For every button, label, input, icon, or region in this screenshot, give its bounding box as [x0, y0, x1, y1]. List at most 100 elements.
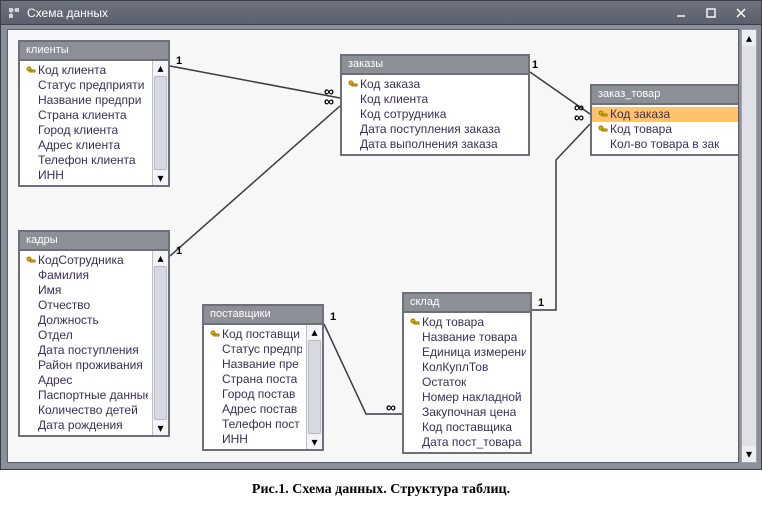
field-row[interactable]: Адрес клиента: [20, 138, 152, 153]
field-row[interactable]: КодСотрудника: [20, 253, 152, 268]
field-row[interactable]: Единица измерения: [404, 345, 530, 360]
scroll-up-icon[interactable]: ▴: [153, 61, 168, 75]
entity-scrollbar[interactable]: ▴ ▾: [306, 325, 322, 449]
field-row[interactable]: Отдел: [20, 328, 152, 343]
entity-order-item[interactable]: заказ_товар Код заказа Код товара Кол-во…: [590, 84, 739, 156]
field-label: Район проживания: [38, 358, 143, 373]
field-label: Имя: [38, 283, 61, 298]
field-row[interactable]: Город постав: [204, 387, 306, 402]
field-label: КодСотрудника: [38, 253, 124, 268]
field-label: Кол-во товара в зак: [610, 137, 719, 152]
scroll-up-icon[interactable]: ▴: [742, 30, 756, 46]
field-label: Единица измерения: [422, 345, 526, 360]
field-row[interactable]: Должность: [20, 313, 152, 328]
field-row[interactable]: Код поставщи: [204, 327, 306, 342]
field-row[interactable]: Статус предпр: [204, 342, 306, 357]
field-row[interactable]: Страна клиента: [20, 108, 152, 123]
field-label: Телефон клиента: [38, 153, 136, 168]
field-row[interactable]: Телефон пост: [204, 417, 306, 432]
field-row[interactable]: Фамилия: [20, 268, 152, 283]
entity-field-list: Код заказа Код клиента Код сотрудника Да…: [342, 75, 528, 154]
entity-stock[interactable]: склад Код товара Название товара Единица…: [402, 292, 532, 454]
entity-suppliers[interactable]: поставщики Код поставщи Статус предпр На…: [202, 304, 324, 451]
field-row[interactable]: Имя: [20, 283, 152, 298]
entity-title[interactable]: склад: [404, 294, 530, 313]
field-row[interactable]: Название пре: [204, 357, 306, 372]
field-label: Название пре: [222, 357, 299, 372]
field-row[interactable]: ИНН: [204, 432, 306, 447]
svg-text:1: 1: [532, 59, 538, 71]
scroll-up-icon[interactable]: ▴: [307, 325, 322, 339]
entity-title[interactable]: кадры: [20, 232, 168, 251]
field-row[interactable]: Код поставщика: [404, 420, 530, 435]
field-row[interactable]: Код заказа: [592, 107, 739, 122]
field-label: Код клиента: [38, 63, 106, 78]
field-label: Код товара: [610, 122, 672, 137]
scroll-down-icon[interactable]: ▾: [307, 435, 322, 449]
field-label: ИНН: [222, 432, 248, 447]
field-row[interactable]: Номер накладной: [404, 390, 530, 405]
field-row[interactable]: Город клиента: [20, 123, 152, 138]
scroll-up-icon[interactable]: ▴: [153, 251, 168, 265]
field-row[interactable]: Название товара: [404, 330, 530, 345]
field-row[interactable]: Код сотрудника: [342, 107, 528, 122]
field-row[interactable]: КолКуплТов: [404, 360, 530, 375]
field-row[interactable]: Адрес: [20, 373, 152, 388]
scroll-down-icon[interactable]: ▾: [742, 446, 756, 462]
entity-field-list: Код товара Название товара Единица измер…: [404, 313, 530, 452]
field-row[interactable]: Код заказа: [342, 77, 528, 92]
entity-orders[interactable]: заказы Код заказа Код клиента Код сотруд…: [340, 54, 530, 156]
entity-title[interactable]: заказ_товар: [592, 86, 739, 105]
field-row[interactable]: Закупочная цена: [404, 405, 530, 420]
minimize-button[interactable]: [667, 4, 695, 22]
entity-title[interactable]: клиенты: [20, 42, 168, 61]
field-row[interactable]: Телефон клиента: [20, 153, 152, 168]
field-row[interactable]: Код товара: [404, 315, 530, 330]
field-row[interactable]: Код товара: [592, 122, 739, 137]
field-row[interactable]: Дата рождения: [20, 418, 152, 433]
field-row[interactable]: Отчество: [20, 298, 152, 313]
field-label: Код товара: [422, 315, 484, 330]
field-row[interactable]: Дата пост_товара: [404, 435, 530, 450]
canvas-scrollbar[interactable]: ▴ ▾: [741, 29, 757, 463]
field-row[interactable]: Название предпри: [20, 93, 152, 108]
field-row[interactable]: Дата поступления заказа: [342, 122, 528, 137]
entity-scrollbar[interactable]: ▴ ▾: [152, 61, 168, 185]
field-label: Код заказа: [360, 77, 420, 92]
field-label: Город постав: [222, 387, 295, 402]
field-label: Отчество: [38, 298, 90, 313]
field-row[interactable]: Район проживания: [20, 358, 152, 373]
field-row[interactable]: Адрес постав: [204, 402, 306, 417]
field-label: Название товара: [422, 330, 517, 345]
scroll-down-icon[interactable]: ▾: [153, 171, 168, 185]
scroll-down-icon[interactable]: ▾: [153, 421, 168, 435]
field-label: Адрес клиента: [38, 138, 120, 153]
maximize-button[interactable]: [697, 4, 725, 22]
field-row[interactable]: Кол-во товара в зак: [592, 137, 739, 152]
window-title: Схема данных: [27, 6, 108, 20]
close-button[interactable]: [727, 4, 755, 22]
field-row[interactable]: Статус предприяти: [20, 78, 152, 93]
field-row[interactable]: Остаток: [404, 375, 530, 390]
field-row[interactable]: ИНН: [20, 168, 152, 183]
field-row[interactable]: Дата выполнения заказа: [342, 137, 528, 152]
field-row[interactable]: Количество детей: [20, 403, 152, 418]
entity-title[interactable]: заказы: [342, 56, 528, 75]
field-row[interactable]: Дата поступления: [20, 343, 152, 358]
titlebar[interactable]: Схема данных: [1, 1, 761, 25]
entity-scrollbar[interactable]: ▴ ▾: [152, 251, 168, 435]
field-row[interactable]: Код клиента: [20, 63, 152, 78]
entity-staff[interactable]: кадры КодСотрудника Фамилия Имя Отчество…: [18, 230, 170, 437]
field-row[interactable]: Код клиента: [342, 92, 528, 107]
field-label: Отдел: [38, 328, 73, 343]
field-row[interactable]: Страна поста: [204, 372, 306, 387]
diagram-canvas[interactable]: 1 ∞ ∞ 1 1 ∞ ∞ 1 1 ∞ клиенты Код клиент: [7, 29, 739, 463]
entity-clients[interactable]: клиенты Код клиента Статус предприяти На…: [18, 40, 170, 187]
svg-text:∞: ∞: [386, 399, 396, 415]
key-icon: [408, 318, 422, 328]
svg-text:∞: ∞: [574, 109, 584, 125]
entity-title[interactable]: поставщики: [204, 306, 322, 325]
field-label: Дата поступления заказа: [360, 122, 500, 137]
field-label: Телефон пост: [222, 417, 300, 432]
field-row[interactable]: Паспортные данные: [20, 388, 152, 403]
